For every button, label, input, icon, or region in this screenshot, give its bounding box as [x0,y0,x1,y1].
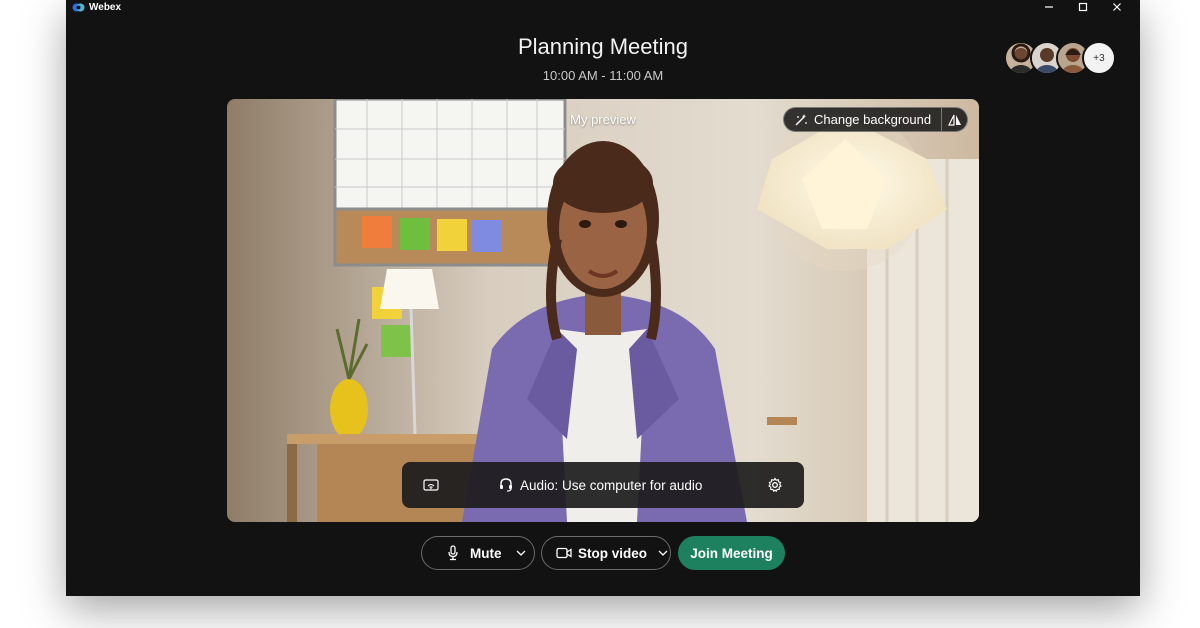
video-preview: My preview Change background Audio: Use … [227,99,979,522]
close-icon[interactable] [1102,0,1132,14]
join-meeting-button[interactable]: Join Meeting [678,536,785,570]
audio-connection-button[interactable]: Audio: Use computer for audio [498,462,702,508]
audio-label: Audio: Use computer for audio [520,477,703,493]
maximize-icon[interactable] [1068,0,1098,14]
meeting-title: Planning Meeting [517,34,688,59]
magic-wand-icon [794,113,808,127]
mirror-icon[interactable] [942,108,967,131]
app-name: Webex [89,1,122,13]
headset-icon [498,477,514,493]
audio-bar: Audio: Use computer for audio [402,462,804,508]
app-brand: Webex [72,0,121,14]
mute-button[interactable]: Mute [421,536,535,570]
gear-icon[interactable] [765,475,785,495]
meeting-controls: Mute Stop video Join Meeting [66,536,1140,570]
change-background-label: Change background [814,112,932,127]
microphone-icon [446,545,460,561]
participant-avatars[interactable]: +3 [1004,41,1116,75]
chevron-down-icon[interactable] [658,550,668,556]
stop-video-button[interactable]: Stop video [541,536,671,570]
video-camera-icon [556,547,572,559]
minimize-icon[interactable] [1034,0,1064,14]
mute-label: Mute [470,545,502,561]
webex-logo-icon [72,2,85,13]
proximity-share-icon[interactable] [422,476,440,494]
webex-window: Webex Planning Meeting 10:00 AM - 11:00 … [66,0,1140,596]
chevron-down-icon[interactable] [516,550,526,556]
stop-video-label: Stop video [578,545,648,561]
meeting-time: 10:00 AM - 11:00 AM [542,68,664,83]
change-background-button[interactable]: Change background [784,108,941,131]
title-bar: Webex [66,0,1140,14]
background-controls: Change background [783,107,969,132]
window-controls [1034,0,1132,14]
self-view-video [227,99,979,522]
more-participants-badge[interactable]: +3 [1082,41,1116,75]
